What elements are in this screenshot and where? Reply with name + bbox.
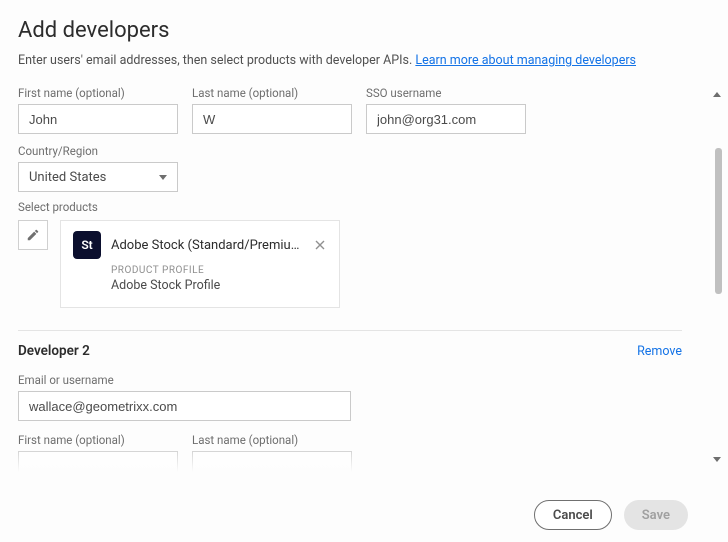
scroll-up-icon[interactable]: [713, 92, 721, 97]
dev2-last-name-field: Last name (optional): [192, 433, 352, 472]
dev1-first-name-input[interactable]: [18, 104, 178, 134]
dev2-email-input[interactable]: [18, 391, 351, 421]
remove-product-button[interactable]: [313, 240, 327, 250]
dev1-product-row: St Adobe Stock (Standard/Premium U... PR…: [18, 220, 682, 308]
dev1-sso-label: SSO username: [366, 86, 526, 100]
edit-products-button[interactable]: [18, 220, 48, 250]
dev2-first-name-field: First name (optional): [18, 433, 178, 472]
dev2-first-name-input[interactable]: [18, 451, 178, 472]
remove-developer-link[interactable]: Remove: [637, 344, 682, 359]
dev2-email-field: Email or username: [18, 373, 682, 431]
product-profile-label: PRODUCT PROFILE: [111, 265, 327, 276]
dev2-name-row: First name (optional) Last name (optiona…: [18, 433, 682, 472]
cancel-button[interactable]: Cancel: [534, 500, 612, 530]
scroll-down-icon[interactable]: [713, 457, 721, 462]
page-title: Add developers: [18, 18, 710, 43]
product-card-top: St Adobe Stock (Standard/Premium U...: [73, 231, 327, 259]
dialog-body: Add developers Enter users' email addres…: [0, 0, 728, 472]
product-card: St Adobe Stock (Standard/Premium U... PR…: [60, 220, 340, 308]
dev1-last-name-label: Last name (optional): [192, 86, 352, 100]
scroll-thumb[interactable]: [715, 148, 722, 294]
product-card-title: Adobe Stock (Standard/Premium U...: [111, 238, 303, 253]
dev1-name-row: First name (optional) Last name (optiona…: [18, 86, 682, 134]
subtitle: Enter users' email addresses, then selec…: [18, 53, 710, 68]
learn-more-link[interactable]: Learn more about managing developers: [415, 53, 636, 68]
dialog-footer: Cancel Save: [0, 488, 728, 542]
dev1-last-name-field: Last name (optional): [192, 86, 352, 134]
dev1-sso-field: SSO username: [366, 86, 526, 134]
dev1-last-name-input[interactable]: [192, 104, 352, 134]
scrollbar[interactable]: [710, 92, 724, 462]
dev2-title: Developer 2: [18, 343, 90, 359]
dev1-country-field: Country/Region United States: [18, 144, 682, 192]
dev2-email-label: Email or username: [18, 373, 682, 387]
close-icon: [315, 240, 325, 250]
dev1-country-value: United States: [29, 170, 106, 185]
dev2-header: Developer 2 Remove: [18, 343, 682, 359]
dev1-first-name-label: First name (optional): [18, 86, 178, 100]
dev1-first-name-field: First name (optional): [18, 86, 178, 134]
chevron-down-icon: [159, 175, 167, 180]
pencil-icon: [26, 228, 40, 242]
dev1-country-label: Country/Region: [18, 144, 682, 158]
dev2-last-name-label: Last name (optional): [192, 433, 352, 447]
dev2-last-name-input[interactable]: [192, 451, 352, 472]
form-scroll-area: First name (optional) Last name (optiona…: [18, 86, 682, 472]
dev1-select-products-label: Select products: [18, 200, 682, 214]
save-button: Save: [624, 500, 688, 530]
dev2-first-name-label: First name (optional): [18, 433, 178, 447]
dev1-country-select[interactable]: United States: [18, 162, 178, 192]
product-profile-value: Adobe Stock Profile: [111, 278, 327, 293]
divider: [18, 330, 682, 331]
subtitle-text: Enter users' email addresses, then selec…: [18, 53, 415, 68]
adobe-stock-icon: St: [73, 231, 101, 259]
dev1-sso-input[interactable]: [366, 104, 526, 134]
